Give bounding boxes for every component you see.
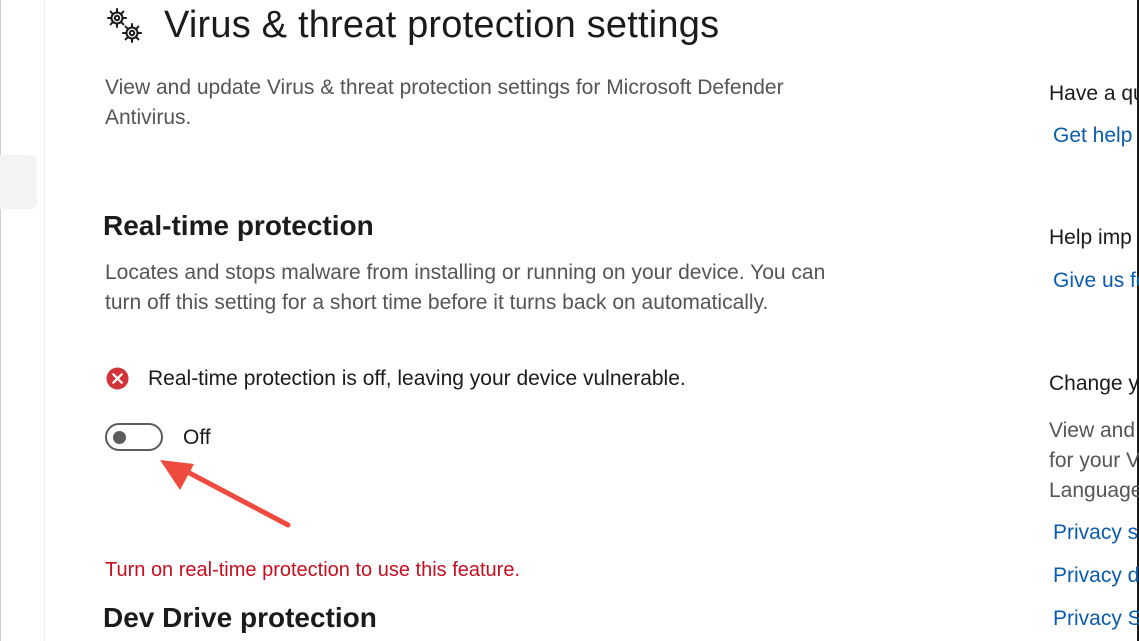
- gear-icon: [107, 8, 142, 43]
- error-icon: [106, 367, 129, 390]
- page-description: View and update Virus & threat protectio…: [105, 76, 784, 129]
- window-left-edge: [0, 0, 1, 641]
- sidebar-privacy-text-line: Language: [1049, 479, 1139, 502]
- privacy-dashboard-link[interactable]: Privacy da: [1053, 561, 1139, 591]
- toggle-state-label: Off: [183, 426, 211, 449]
- warning-message: Turn on real-time protection to use this…: [105, 559, 521, 581]
- realtime-protection-description: Locates and stops malware from installin…: [105, 261, 826, 314]
- sidebar-privacy-heading: Change y: [1049, 372, 1139, 395]
- give-feedback-link[interactable]: Give us fe: [1053, 266, 1139, 296]
- sidebar-privacy-text-line: for your V: [1049, 449, 1139, 472]
- privacy-statement-link[interactable]: Privacy St: [1053, 604, 1139, 634]
- realtime-status-text: Real-time protection is off, leaving you…: [148, 367, 686, 390]
- realtime-protection-heading: Real-time protection: [103, 210, 374, 241]
- nav-divider: [44, 0, 45, 641]
- arrow-icon: [160, 460, 291, 528]
- dev-drive-protection-heading: Dev Drive protection: [103, 602, 377, 633]
- get-help-link[interactable]: Get help: [1053, 121, 1139, 151]
- sidebar-improve-heading: Help imp: [1049, 226, 1132, 249]
- realtime-protection-toggle[interactable]: [105, 423, 163, 451]
- sidebar-privacy-text-line: View and: [1049, 419, 1136, 442]
- toggle-knob: [113, 431, 126, 444]
- nav-selected-item[interactable]: [0, 155, 37, 209]
- page-title: Virus & threat protection settings: [164, 4, 720, 46]
- sidebar-question-heading: Have a qu: [1049, 82, 1139, 105]
- privacy-settings-link[interactable]: Privacy se: [1053, 518, 1139, 548]
